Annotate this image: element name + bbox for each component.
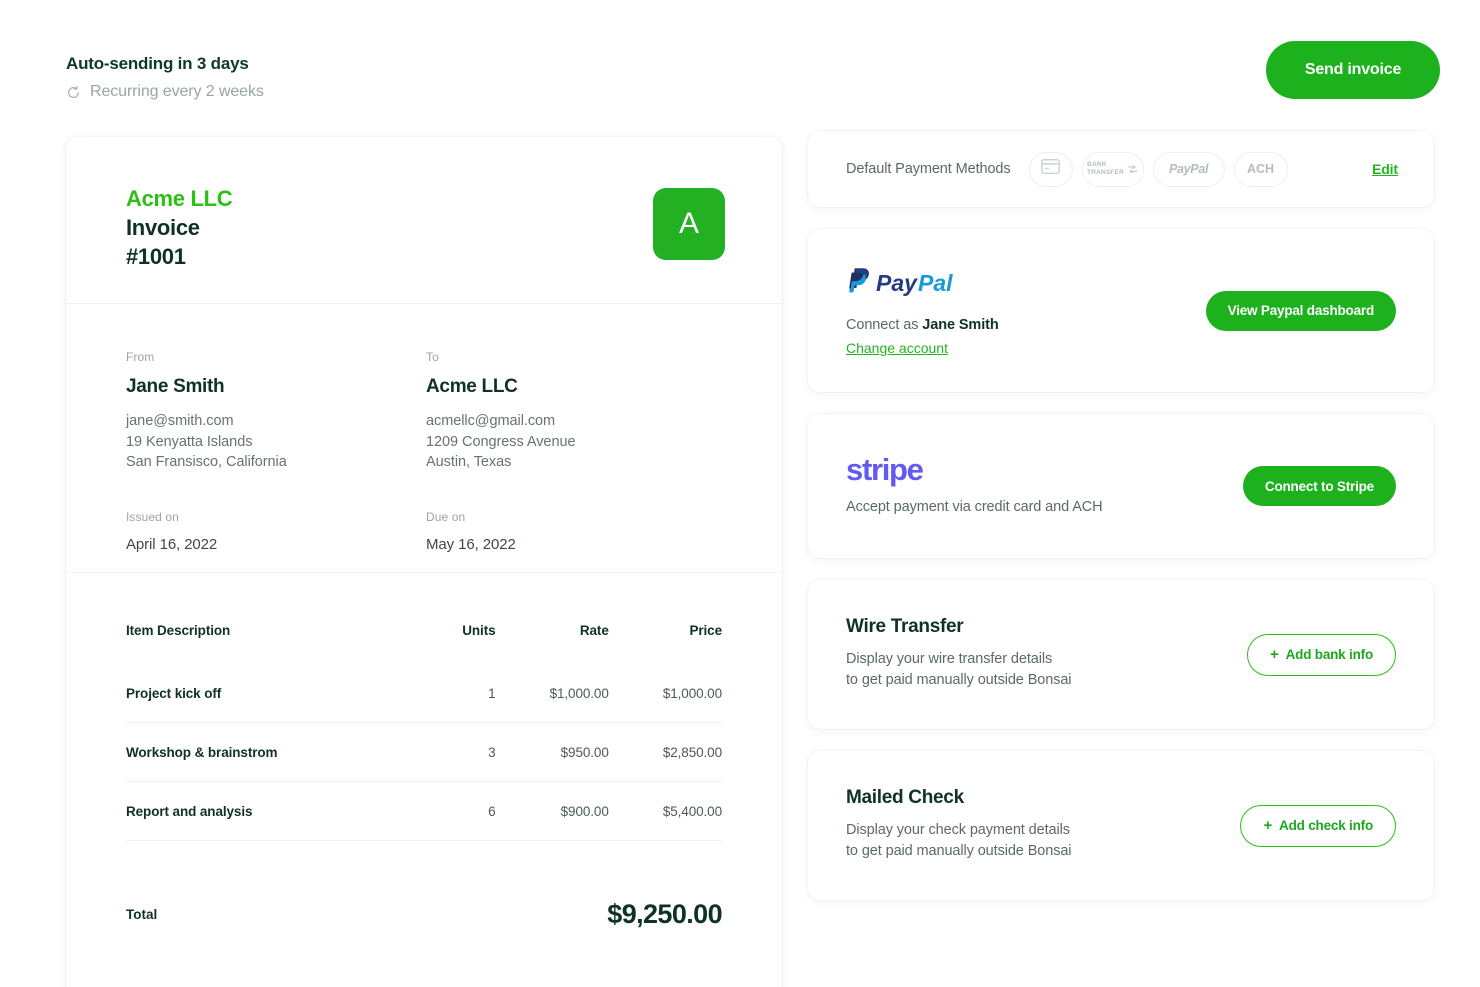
table-row: Workshop & brainstrom 3 $950.00 $2,850.0… bbox=[126, 722, 722, 782]
row-units: 3 bbox=[400, 722, 496, 782]
col-header-units: Units bbox=[462, 623, 496, 638]
avatar: A bbox=[653, 188, 725, 260]
from-address-line2: San Fransisco, California bbox=[126, 454, 287, 470]
view-paypal-dashboard-button[interactable]: View Paypal dashboard bbox=[1205, 290, 1396, 331]
total-value: $9,250.00 bbox=[607, 899, 722, 929]
mailed-check-panel: Mailed Check Display your check payment … bbox=[808, 751, 1434, 900]
invoice-payments-page: Auto-sending in 3 days Recurring every 2… bbox=[0, 0, 1480, 987]
top-bar: Auto-sending in 3 days Recurring every 2… bbox=[0, 0, 1480, 125]
auto-send-status: Auto-sending in 3 days Recurring every 2… bbox=[66, 54, 264, 101]
paypal-panel: Pay Pal Connect as Jane Smith Change acc… bbox=[808, 229, 1434, 392]
payments-column: Default Payment Methods BANK TRANSFER Pa… bbox=[808, 131, 1434, 922]
mailed-check-sub-line2: to get paid manually outside Bonsai bbox=[846, 843, 1072, 859]
to-column: To Acme LLC acmellc@gmail.com 1209 Congr… bbox=[426, 350, 576, 553]
table-row: Project kick off 1 $1,000.00 $1,000.00 bbox=[126, 664, 722, 723]
stripe-panel: stripe Accept payment via credit card an… bbox=[808, 414, 1434, 558]
row-rate: $1,000.00 bbox=[549, 686, 609, 701]
row-price: $5,400.00 bbox=[608, 781, 722, 841]
plus-icon: + bbox=[1263, 817, 1273, 834]
default-payment-methods-label: Default Payment Methods bbox=[846, 161, 1011, 177]
from-label: From bbox=[126, 350, 155, 364]
total-label: Total bbox=[126, 907, 158, 922]
connect-to-stripe-button[interactable]: Connect to Stripe bbox=[1242, 466, 1396, 506]
to-address-line1: 1209 Congress Avenue bbox=[426, 433, 576, 450]
mailed-check-sub-line1: Display your check payment details bbox=[846, 822, 1070, 838]
default-payment-methods-panel: Default Payment Methods BANK TRANSFER Pa… bbox=[808, 131, 1434, 207]
credit-card-icon bbox=[1041, 159, 1060, 179]
invoice-items-section: Item Description Units Rate Price Projec… bbox=[66, 573, 782, 841]
wire-transfer-title: Wire Transfer bbox=[846, 616, 964, 637]
table-header-row: Item Description Units Rate Price bbox=[126, 573, 722, 664]
row-description: Report and analysis bbox=[126, 781, 401, 841]
due-on-block: Due on May 16, 2022 bbox=[426, 510, 576, 553]
payment-pill-bank-transfer[interactable]: BANK TRANSFER bbox=[1081, 151, 1144, 187]
add-check-info-label: Add check info bbox=[1279, 818, 1373, 833]
add-bank-info-button[interactable]: + Add bank info bbox=[1247, 633, 1396, 676]
row-units: 1 bbox=[488, 686, 496, 701]
recurring-label: Recurring every 2 weeks bbox=[90, 83, 264, 100]
payment-pill-paypal[interactable]: PayPal bbox=[1152, 151, 1225, 187]
svg-text:Pal: Pal bbox=[918, 270, 953, 296]
to-address-line2: Austin, Texas bbox=[426, 454, 512, 470]
mailed-check-title: Mailed Check bbox=[846, 787, 964, 808]
from-column: From Jane Smith jane@smith.com 19 Kenyat… bbox=[126, 350, 287, 553]
paypal-connect-account: Jane Smith bbox=[922, 317, 999, 333]
table-row: Report and analysis 6 $900.00 $5,400.00 bbox=[126, 781, 722, 841]
invoice-company-name: Acme LLC bbox=[126, 186, 233, 211]
invoice-preview-card: Acme LLC Invoice #1001 A From Jane Smith… bbox=[66, 137, 782, 987]
payment-pill-credit-card[interactable] bbox=[1028, 151, 1073, 187]
due-on-value: May 16, 2022 bbox=[426, 535, 516, 553]
col-header-rate: Rate bbox=[579, 623, 609, 638]
row-rate: $950.00 bbox=[495, 722, 609, 782]
bank-transfer-icon: BANK TRANSFER bbox=[1087, 161, 1138, 177]
wire-transfer-sub-line1: Display your wire transfer details bbox=[846, 651, 1053, 667]
add-check-info-button[interactable]: + Add check info bbox=[1240, 804, 1396, 847]
add-bank-info-label: Add bank info bbox=[1285, 647, 1374, 662]
paypal-logo: Pay Pal bbox=[846, 265, 1236, 301]
col-header-price: Price bbox=[689, 623, 722, 638]
stripe-subtitle: Accept payment via credit card and ACH bbox=[846, 499, 1103, 515]
invoice-items-table: Item Description Units Rate Price Projec… bbox=[126, 573, 722, 841]
invoice-total-row: Total $9,250.00 bbox=[66, 899, 782, 930]
svg-text:Pay: Pay bbox=[876, 270, 918, 296]
invoice-doc-word: Invoice bbox=[126, 215, 200, 240]
recurring-status: Recurring every 2 weeks bbox=[66, 83, 264, 101]
row-price: $2,850.00 bbox=[608, 722, 722, 782]
issued-on-value: April 16, 2022 bbox=[126, 535, 218, 553]
row-units: 6 bbox=[400, 781, 496, 841]
wire-transfer-panel: Wire Transfer Display your wire transfer… bbox=[808, 580, 1434, 729]
invoice-title-block: Acme LLC Invoice #1001 bbox=[126, 186, 233, 270]
paypal-connect-status: Connect as Jane Smith bbox=[846, 315, 1236, 336]
row-description: Project kick off bbox=[126, 686, 222, 701]
from-email: jane@smith.com bbox=[126, 413, 234, 429]
issued-on-label: Issued on bbox=[126, 509, 179, 524]
edit-payment-methods-link[interactable]: Edit bbox=[1372, 161, 1398, 177]
from-address-line1: 19 Kenyatta Islands bbox=[126, 433, 253, 450]
invoice-number: #1001 bbox=[126, 244, 186, 269]
refresh-icon bbox=[66, 85, 81, 100]
row-rate: $900.00 bbox=[495, 781, 609, 841]
row-description: Workshop & brainstrom bbox=[126, 722, 401, 782]
issued-on-block: Issued on April 16, 2022 bbox=[126, 510, 287, 553]
auto-send-title: Auto-sending in 3 days bbox=[66, 54, 249, 73]
to-email: acmellc@gmail.com bbox=[426, 413, 556, 429]
due-on-label: Due on bbox=[426, 509, 466, 524]
from-name: Jane Smith bbox=[126, 376, 225, 397]
change-account-link[interactable]: Change account bbox=[846, 340, 948, 356]
plus-icon: + bbox=[1270, 646, 1279, 663]
payment-pill-bank-transfer-label: BANK TRANSFER bbox=[1087, 161, 1125, 176]
stripe-logo: stripe bbox=[846, 452, 924, 487]
to-name: Acme LLC bbox=[426, 376, 518, 397]
send-invoice-button[interactable]: Send invoice bbox=[1266, 41, 1440, 99]
row-price: $1,000.00 bbox=[662, 686, 722, 701]
invoice-parties: From Jane Smith jane@smith.com 19 Kenyat… bbox=[66, 304, 782, 572]
col-header-description: Item Description bbox=[126, 623, 231, 638]
invoice-header: Acme LLC Invoice #1001 A bbox=[66, 137, 782, 303]
paypal-connect-prefix: Connect as bbox=[846, 317, 923, 333]
payment-method-pill-row: BANK TRANSFER PayPal ACH bbox=[1028, 151, 1288, 187]
to-label: To bbox=[426, 350, 439, 364]
wire-transfer-sub-line2: to get paid manually outside Bonsai bbox=[846, 672, 1072, 688]
payment-pill-ach[interactable]: ACH bbox=[1233, 151, 1288, 187]
